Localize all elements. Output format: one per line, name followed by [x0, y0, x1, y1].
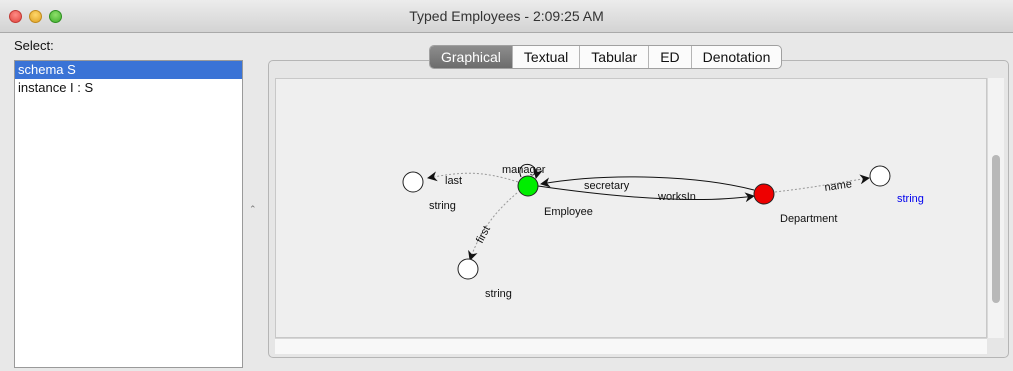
edge-label-secretary: secretary	[584, 180, 630, 192]
view-tabs: Graphical Textual Tabular ED Denotation	[429, 45, 783, 69]
node-employee[interactable]	[517, 175, 539, 197]
tab-graphical[interactable]: Graphical	[430, 46, 512, 68]
node-label-employee: Employee	[544, 206, 593, 218]
edge-label-first: first	[474, 224, 493, 245]
node-string-last[interactable]	[402, 171, 424, 193]
tab-textual[interactable]: Textual	[511, 46, 579, 68]
node-string-first[interactable]	[457, 258, 479, 280]
node-string-name[interactable]	[869, 165, 891, 187]
node-label-string-first: string	[485, 288, 512, 300]
edge-label-last: last	[445, 175, 462, 187]
node-label-department: Department	[780, 213, 837, 225]
node-department[interactable]	[753, 183, 775, 205]
edge-label-manager: manager	[502, 164, 546, 176]
node-label-string-name: string	[897, 193, 924, 205]
edge-first[interactable]	[468, 192, 518, 261]
node-label-string-last: string	[429, 200, 456, 212]
edge-name[interactable]	[774, 174, 870, 193]
edge-worksin[interactable]	[537, 185, 755, 203]
tab-ed[interactable]: ED	[648, 46, 690, 68]
edge-label-name: name	[824, 178, 853, 194]
tab-tabular[interactable]: Tabular	[579, 46, 648, 68]
edge-label-worksin: worksIn	[657, 191, 696, 203]
tab-denotation[interactable]: Denotation	[690, 46, 782, 68]
edge-secretary[interactable]	[540, 176, 755, 191]
